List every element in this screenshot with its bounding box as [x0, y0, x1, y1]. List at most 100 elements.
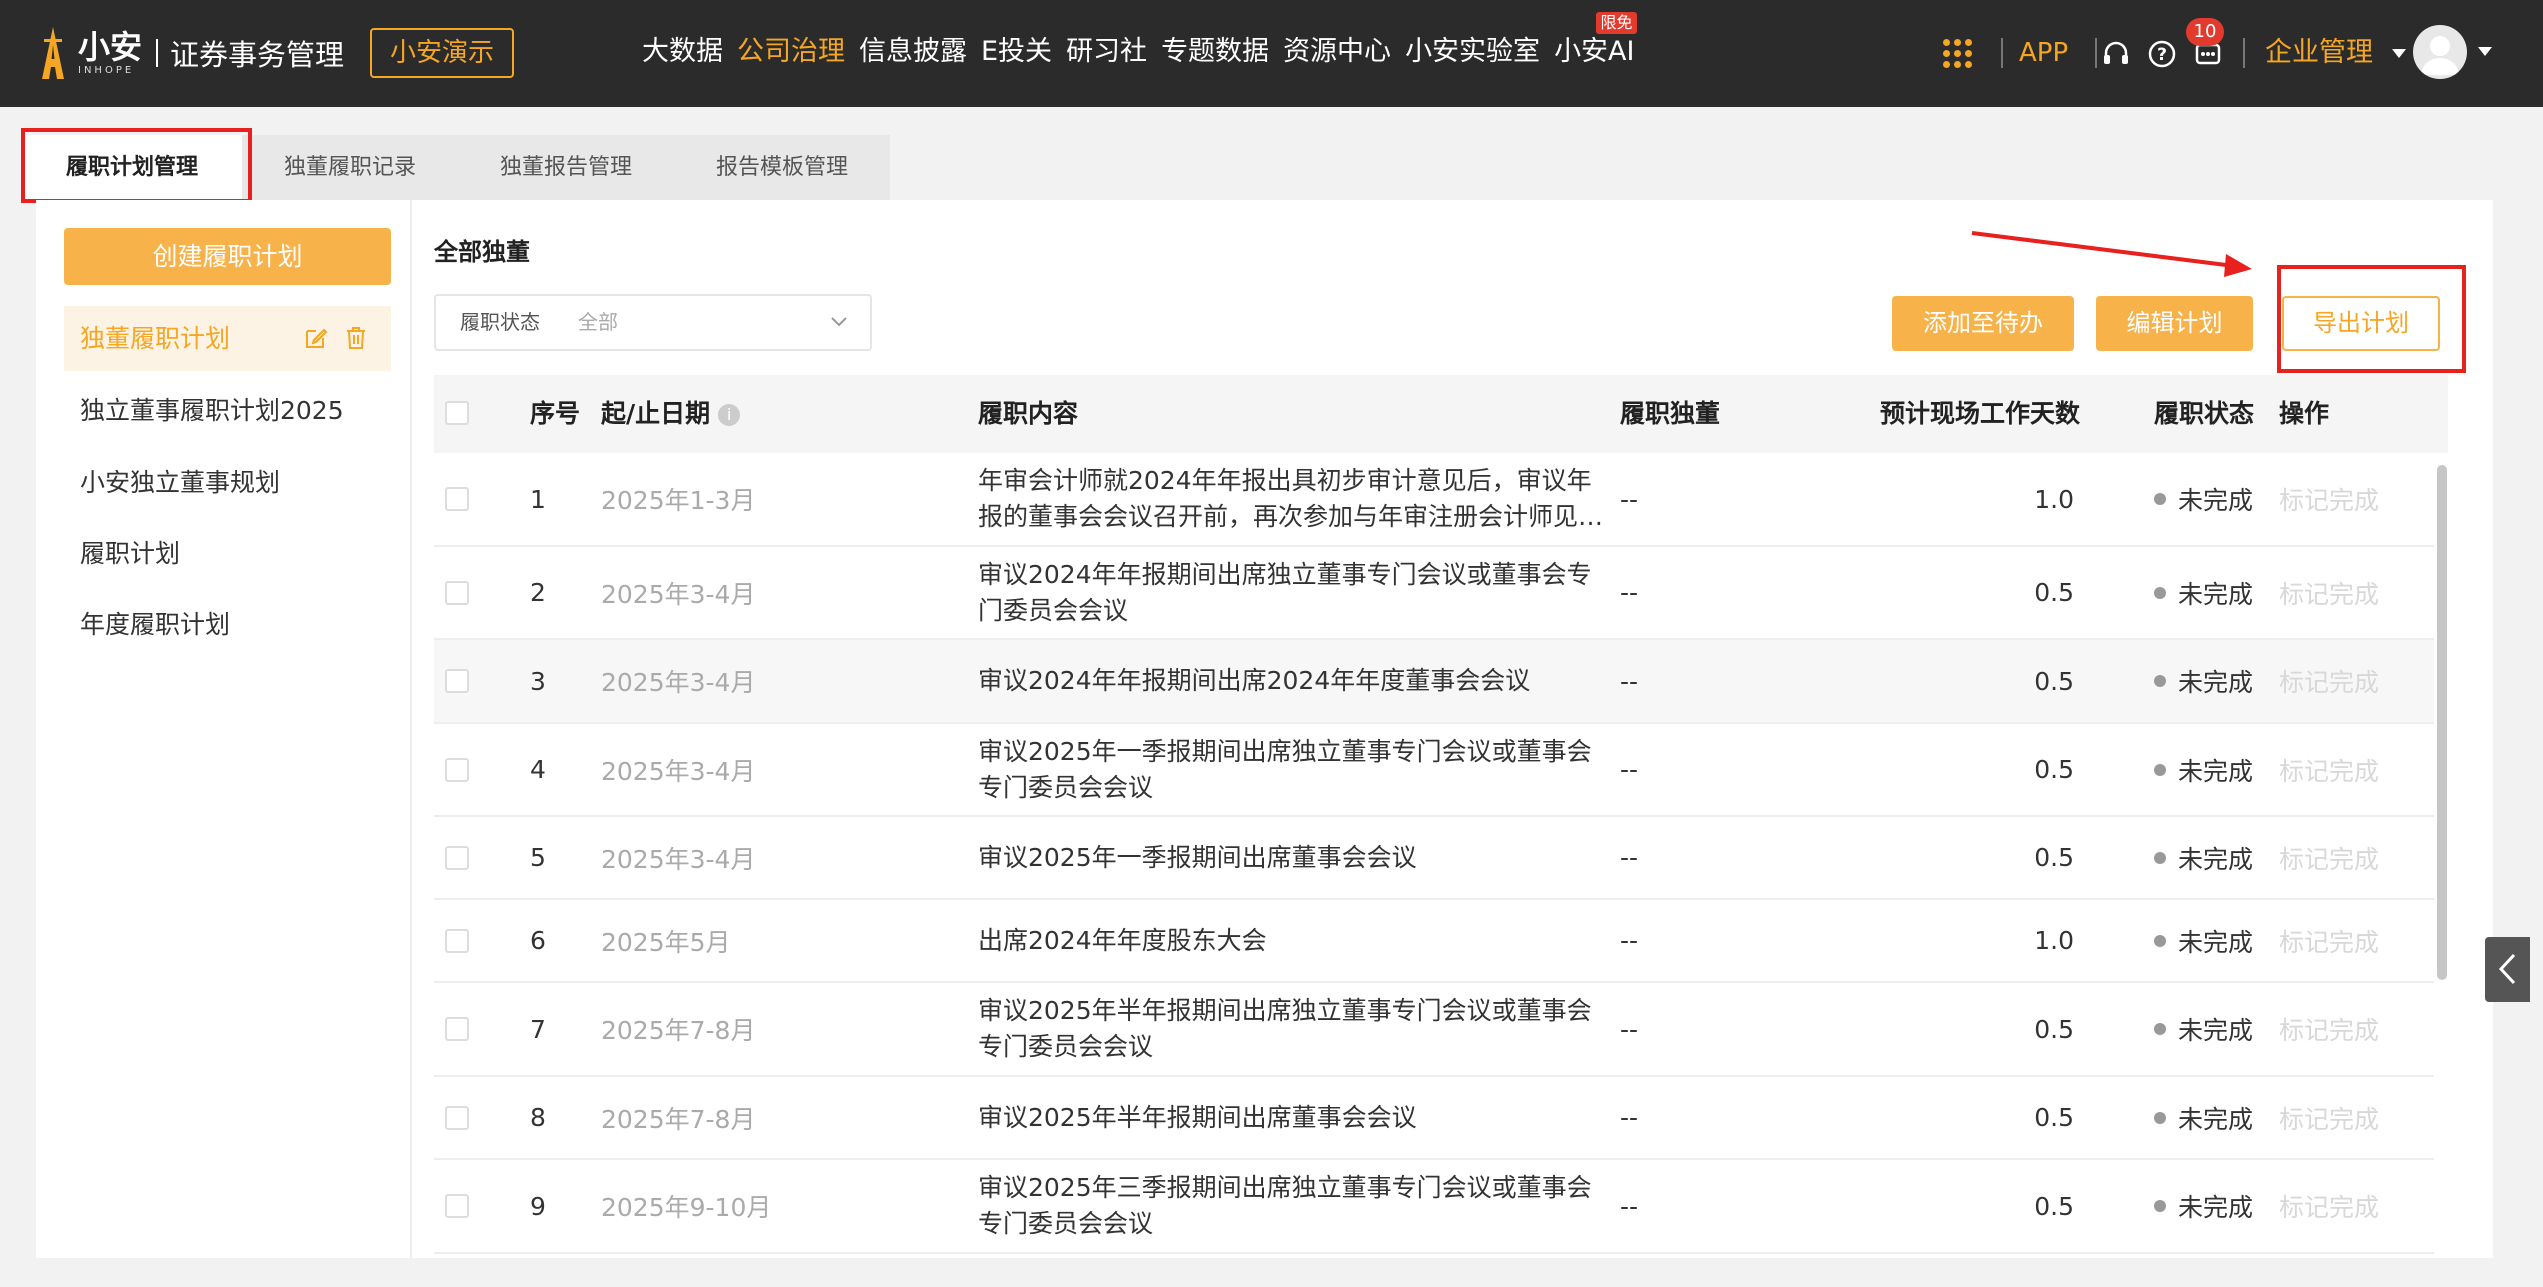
nav-item-governance[interactable]: 公司治理	[737, 30, 845, 74]
row-status: 未完成	[2154, 724, 2253, 815]
nav-item-study-club[interactable]: 研习社	[1066, 30, 1147, 74]
status-filter-select[interactable]: 履职状态 全部	[434, 294, 872, 351]
row-content-text: 审议2024年年报期间出席2024年年度董事会会议	[978, 666, 1531, 695]
nav-item-resource-center[interactable]: 资源中心	[1283, 30, 1391, 74]
nav-item-big-data[interactable]: 大数据	[642, 30, 723, 74]
table-row[interactable]: 7 2025年7-8月 审议2025年半年报期间出席独立董事专门会议或董事会专门委员…	[434, 983, 2434, 1077]
mark-complete-button[interactable]: 标记完成	[2279, 453, 2379, 545]
row-days: 0.5	[2034, 1014, 2074, 1044]
table-row[interactable]: 9 2025年9-10月 审议2025年三季报期间出席独立董事专门会议或董事会专门委…	[434, 1160, 2434, 1254]
row-status-text: 未完成	[2178, 1104, 2254, 1134]
chevron-left-icon	[2498, 953, 2516, 985]
side-panel-toggle[interactable]	[2485, 937, 2530, 1002]
mark-complete-button[interactable]: 标记完成	[2279, 1160, 2379, 1252]
row-checkbox[interactable]	[445, 580, 469, 605]
col-date: 起/止日期 i	[601, 375, 741, 453]
info-icon[interactable]: i	[718, 404, 741, 426]
apps-grid-icon[interactable]	[1943, 39, 1973, 69]
row-content-text: 审议2025年一季报期间出席独立董事专门会议或董事会专门委员会会议	[978, 736, 1592, 802]
edit-icon[interactable]	[303, 325, 329, 351]
tab-report-management[interactable]: 独董报告管理	[458, 135, 674, 200]
mark-complete-button[interactable]: 标记完成	[2279, 817, 2379, 898]
row-days: 1.0	[2034, 926, 2074, 955]
mark-complete-button[interactable]: 标记完成	[2279, 1077, 2379, 1158]
help-icon[interactable]: ?	[2146, 38, 2178, 70]
row-index: 2	[530, 578, 546, 607]
table-row[interactable]: 5 2025年3-4月 审议2025年一季报期间出席董事会会议 -- 0.5 未完成 标记完…	[434, 817, 2434, 900]
nav-item-lab[interactable]: 小安实验室	[1405, 30, 1540, 74]
plan-item-xiaoan[interactable]: 小安独立董事规划	[64, 450, 391, 515]
col-operation: 操作	[2279, 399, 2330, 428]
mark-complete-button[interactable]: 标记完成	[2279, 900, 2379, 981]
row-content-text: 审议2025年半年报期间出席独立董事专门会议或董事会专门委员会会议	[978, 996, 1592, 1061]
row-index: 1	[530, 484, 546, 514]
add-to-todo-button[interactable]: 添加至待办	[1892, 296, 2074, 351]
row-content: 年审会计师就2024年年报出具初步审计意见后，审议年报的董事会会议召开前，再次参…	[978, 453, 1606, 545]
avatar[interactable]	[2413, 25, 2467, 79]
logo[interactable]: 小安 INHOPE 证券事务管理	[36, 24, 344, 82]
row-date: 2025年3-4月	[601, 579, 756, 609]
nav-item-topic-data[interactable]: 专题数据	[1161, 30, 1269, 74]
status-dot-icon	[2154, 851, 2166, 864]
row-checkbox[interactable]	[445, 928, 469, 953]
row-index: 6	[530, 926, 546, 955]
col-status: 履职状态	[2154, 399, 2255, 428]
row-checkbox[interactable]	[445, 487, 469, 511]
tab-template-management[interactable]: 报告模板管理	[674, 135, 890, 200]
table-row[interactable]: 4 2025年3-4月 审议2025年一季报期间出席独立董事专门会议或董事会专门委员…	[434, 724, 2434, 817]
nav-item-disclosure[interactable]: 信息披露	[859, 30, 967, 74]
row-checkbox[interactable]	[445, 757, 469, 782]
mark-complete-button[interactable]: 标记完成	[2279, 640, 2379, 722]
plan-item-duty[interactable]: 履职计划	[64, 521, 391, 586]
mark-complete-button[interactable]: 标记完成	[2279, 547, 2379, 638]
corp-management-label: 企业管理	[2265, 37, 2373, 68]
col-content: 履职内容	[978, 399, 1079, 428]
status-dot-icon	[2154, 1111, 2166, 1124]
plan-detail: 全部独董 履职状态 全部 添加至待办 编辑计划 导出计划 序号 起/止日期 i 履…	[412, 200, 2493, 1258]
row-director: --	[1620, 1103, 1639, 1132]
caret-down-icon[interactable]	[2478, 47, 2492, 56]
mark-complete-button[interactable]: 标记完成	[2279, 724, 2379, 815]
row-content: 审议2025年一季报期间出席董事会会议	[978, 817, 1606, 898]
row-status: 未完成	[2154, 817, 2253, 898]
nav-item-ai-label: 小安AI	[1554, 36, 1635, 67]
select-all-checkbox[interactable]	[445, 401, 469, 425]
mark-complete-button[interactable]: 标记完成	[2279, 983, 2379, 1075]
table-row[interactable]: 3 2025年3-4月 审议2024年年报期间出席2024年年度董事会会议 -- 0.5…	[434, 640, 2434, 724]
row-checkbox[interactable]	[445, 1017, 469, 1041]
plan-item-independent-director[interactable]: 独董履职计划	[64, 306, 391, 371]
corp-management-menu[interactable]: 企业管理	[2265, 33, 2406, 73]
row-checkbox[interactable]	[445, 1105, 469, 1130]
table-row[interactable]: 8 2025年7-8月 审议2025年半年报期间出席董事会会议 -- 0.5 未完成 标记完…	[434, 1077, 2434, 1160]
table-row[interactable]: 6 2025年5月 出席2024年年度股东大会 -- 1.0 未完成 标记完成	[434, 900, 2434, 983]
tab-duty-records[interactable]: 独董履职记录	[242, 135, 458, 200]
row-status: 未完成	[2154, 640, 2253, 722]
row-date: 2025年9-10月	[601, 1193, 772, 1222]
nav-item-ai[interactable]: 小安AI 限免	[1554, 12, 1637, 74]
filter-value: 全部	[578, 310, 618, 334]
row-content-text: 审议2024年年报期间出席独立董事专门会议或董事会专门委员会会议	[978, 559, 1592, 625]
edit-plan-button[interactable]: 编辑计划	[2096, 296, 2253, 351]
row-status: 未完成	[2154, 1160, 2253, 1252]
row-content: 审议2025年半年报期间出席董事会会议	[978, 1077, 1606, 1158]
row-days: 0.5	[2034, 843, 2074, 872]
headset-icon[interactable]	[2100, 38, 2132, 70]
table-row[interactable]: 2 2025年3-4月 审议2024年年报期间出席独立董事专门会议或董事会专门委员会…	[434, 547, 2434, 640]
row-checkbox[interactable]	[445, 1194, 469, 1218]
nav-item-investor-relations[interactable]: E投关	[981, 30, 1052, 74]
create-plan-button[interactable]: 创建履职计划	[64, 228, 391, 285]
plan-item-2025[interactable]: 独立董事履职计划2025	[64, 378, 391, 443]
demo-button[interactable]: 小安演示	[370, 28, 514, 78]
table-row[interactable]: 1 2025年1-3月 年审会计师就2024年年报出具初步审计意见后，审议年报的董事…	[434, 453, 2434, 547]
row-date: 2025年3-4月	[601, 668, 756, 697]
plan-item-annual[interactable]: 年度履职计划	[64, 592, 391, 657]
row-status-text: 未完成	[2178, 1193, 2254, 1222]
delete-icon[interactable]	[343, 325, 369, 351]
row-checkbox[interactable]	[445, 845, 469, 870]
main-nav: 大数据 公司治理 信息披露 E投关 研习社 专题数据 资源中心 小安实验室 小安…	[642, 12, 1649, 74]
row-checkbox[interactable]	[445, 669, 469, 693]
status-dot-icon	[2154, 675, 2166, 687]
app-download-link[interactable]: APP	[2019, 33, 2068, 73]
scrollbar-thumb[interactable]	[2437, 465, 2447, 980]
row-index: 3	[530, 666, 546, 696]
